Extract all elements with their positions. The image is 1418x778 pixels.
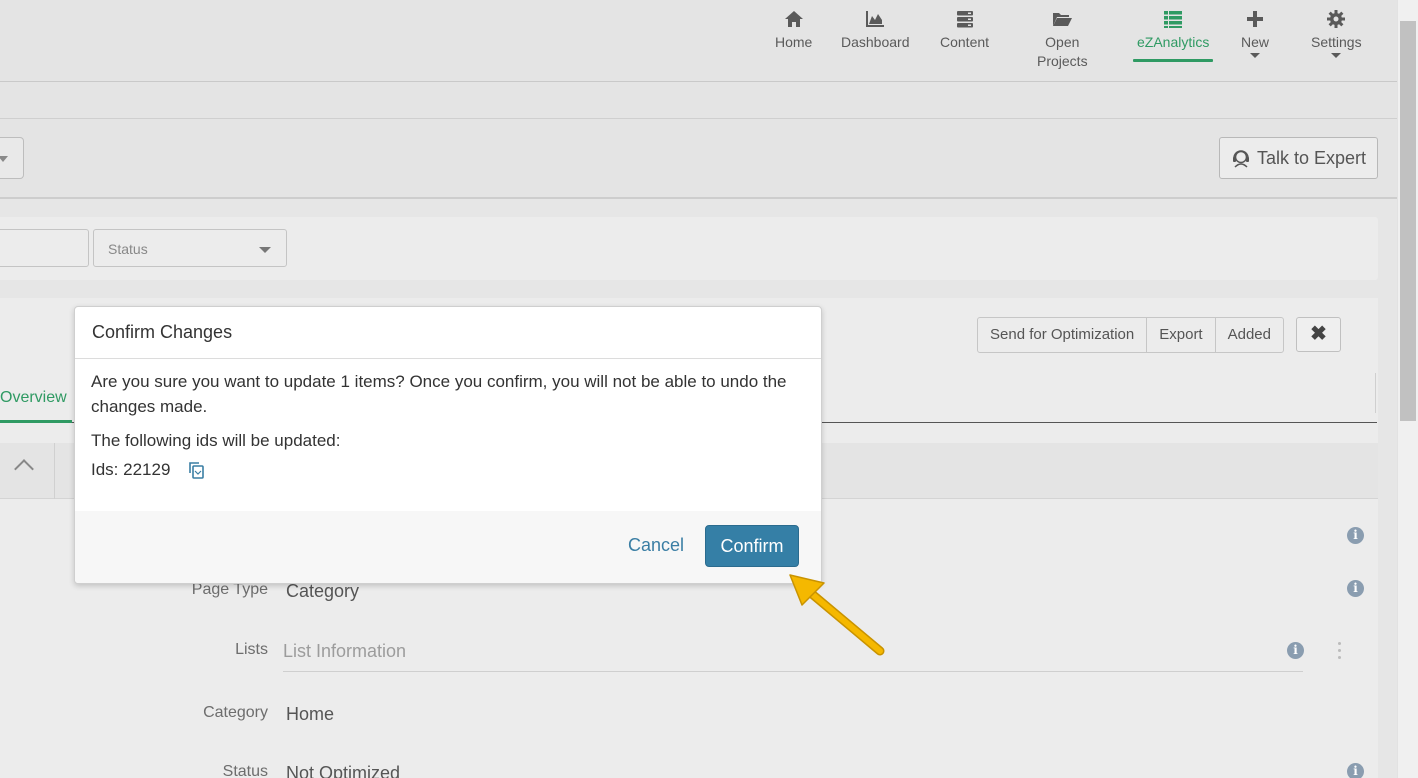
export-button[interactable]: Export [1147, 318, 1216, 352]
active-nav-underline [1133, 59, 1214, 62]
ids-text: Ids: 22129 [91, 460, 171, 479]
cancel-button[interactable]: Cancel [628, 535, 684, 556]
tab-divider [1375, 373, 1376, 413]
talk-to-expert-label: Talk to Expert [1256, 147, 1367, 168]
nav-home-label: Home [775, 34, 813, 50]
search-filter-input[interactable] [0, 229, 89, 267]
nav-open-projects-label-1: Open [1045, 34, 1080, 50]
ids-row: Ids: 22129 [91, 457, 805, 482]
nav-home[interactable]: Home [775, 8, 812, 52]
nav-settings-label: Settings [1311, 34, 1362, 50]
breadcrumb-bar [0, 82, 1397, 119]
lists-input-underline [283, 671, 1303, 672]
active-tab-underline [0, 420, 72, 423]
nav-content[interactable]: Content [940, 8, 989, 52]
annotation-arrow-icon [789, 574, 885, 656]
page-header-bar [0, 119, 1397, 199]
folder-open-icon [1053, 13, 1073, 26]
dialog-message: Are you sure you want to update 1 items?… [91, 372, 787, 416]
chevron-down-icon [0, 156, 8, 162]
category-label: Category [203, 704, 268, 721]
info-icon[interactable]: i [1347, 527, 1364, 544]
scrollbar-thumb[interactable] [1400, 21, 1416, 421]
list-icon [1164, 11, 1183, 28]
lists-input[interactable]: List Information [283, 641, 406, 662]
talk-to-expert-button[interactable]: Talk to Expert [1219, 137, 1378, 179]
nav-settings[interactable]: Settings [1311, 8, 1362, 58]
project-dropdown[interactable] [0, 137, 24, 179]
plus-icon [1247, 11, 1263, 27]
nav-open-projects[interactable]: Open Projects [1037, 8, 1088, 71]
headset-icon [1232, 150, 1249, 168]
server-icon [956, 11, 973, 28]
confirm-changes-dialog: Confirm Changes Are you sure you want to… [74, 306, 822, 584]
dialog-body: Are you sure you want to update 1 items?… [75, 359, 821, 482]
close-button[interactable]: ✖ [1296, 317, 1341, 352]
confirm-button[interactable]: Confirm [705, 525, 799, 567]
area-chart-icon [866, 11, 885, 27]
collapse-section-button[interactable] [0, 443, 55, 499]
nav-content-label: Content [940, 34, 990, 50]
ids-heading: The following ids will be updated: [91, 431, 341, 450]
more-options-icon[interactable] [1338, 642, 1342, 662]
gear-icon [1327, 10, 1346, 28]
home-icon [784, 11, 803, 27]
nav-ezanalytics[interactable]: eZAnalytics [1133, 8, 1214, 62]
nav-dashboard-label: Dashboard [841, 34, 910, 50]
chevron-up-icon [14, 459, 34, 479]
nav-open-projects-label-2: Projects [1037, 53, 1088, 69]
status-label: Status [222, 763, 268, 778]
status-value: Not Optimized [286, 763, 401, 778]
nav-new-label: New [1241, 34, 1270, 50]
dialog-title: Confirm Changes [75, 307, 821, 359]
nav-dashboard[interactable]: Dashboard [841, 8, 910, 52]
lists-label: Lists [235, 641, 268, 658]
info-icon[interactable]: i [1347, 763, 1364, 778]
chevron-down-icon [1250, 53, 1260, 58]
chevron-down-icon [1331, 53, 1342, 58]
added-button[interactable]: Added [1216, 318, 1283, 352]
top-navigation-bar: Home Dashboard Content Open Projects eZA… [0, 0, 1397, 82]
tab-overview[interactable]: Overview [0, 389, 67, 407]
nav-new[interactable]: New [1241, 8, 1269, 58]
category-value: Home [286, 704, 335, 724]
send-for-optimization-button[interactable]: Send for Optimization [978, 318, 1148, 352]
dialog-footer: Cancel Confirm [75, 511, 821, 583]
nav-ezanalytics-label: eZAnalytics [1137, 34, 1210, 50]
status-filter-dropdown[interactable]: Status [93, 229, 287, 267]
info-icon[interactable]: i [1287, 642, 1304, 659]
copy-icon[interactable] [186, 460, 206, 480]
chevron-down-icon [259, 247, 271, 253]
page-type-value: Category [286, 581, 360, 601]
action-button-group: Send for Optimization Export Added [977, 317, 1284, 353]
info-icon[interactable]: i [1347, 580, 1364, 597]
status-filter-placeholder: Status [108, 241, 148, 257]
